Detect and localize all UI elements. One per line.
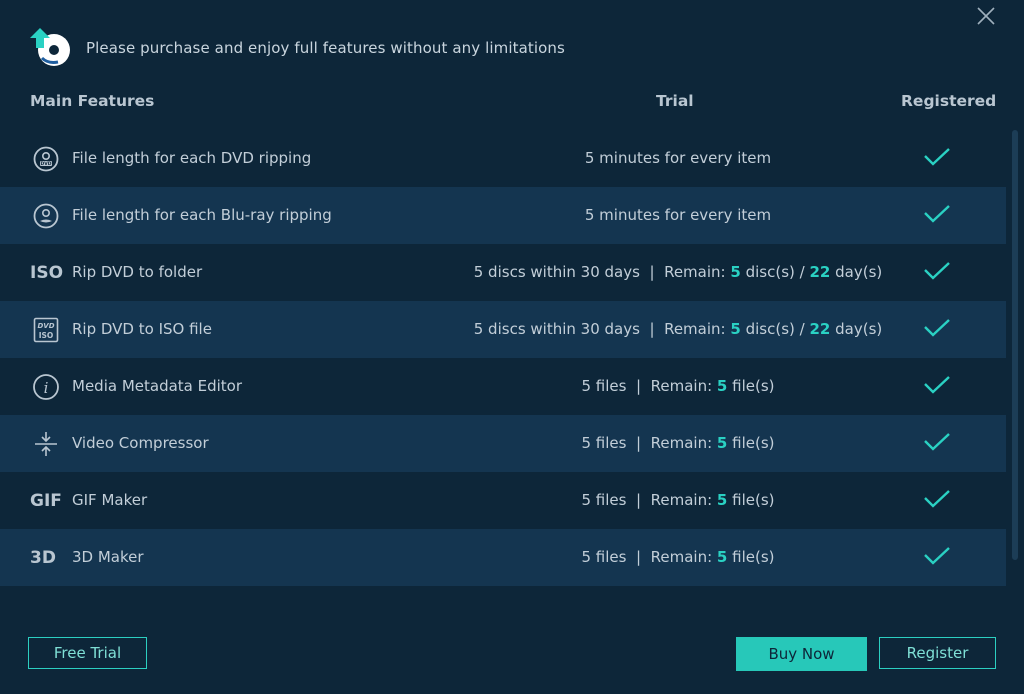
feature-name: File length for each DVD ripping <box>72 149 312 167</box>
feature-name: GIF Maker <box>72 491 148 509</box>
dvd-iso-icon: DVD ISO <box>30 315 62 345</box>
feature-name: Media Metadata Editor <box>72 377 243 395</box>
column-trial: Trial <box>656 92 694 110</box>
feature-row: GIF GIF Maker 5 files | Remain: 5 file(s… <box>0 472 1006 529</box>
scrollbar[interactable] <box>1012 130 1018 560</box>
feature-row: Video Compressor 5 files | Remain: 5 fil… <box>0 415 1006 472</box>
svg-text:i: i <box>44 379 49 397</box>
3d-icon: 3D <box>30 548 56 568</box>
feature-name: Video Compressor <box>72 434 209 452</box>
close-button[interactable] <box>972 2 1000 30</box>
feature-table: DVD File length for each DVD ripping 5 m… <box>0 130 1006 586</box>
feature-name: File length for each Blu-ray ripping <box>72 206 332 224</box>
dialog-header: Please purchase and enjoy full features … <box>28 24 565 72</box>
feature-row: DVD File length for each DVD ripping 5 m… <box>0 130 1006 187</box>
feature-name: Rip DVD to ISO file <box>72 320 212 338</box>
check-icon <box>923 317 955 341</box>
iso-icon: ISO <box>30 263 64 283</box>
register-button[interactable]: Register <box>879 637 996 669</box>
check-icon <box>923 203 955 227</box>
feature-row: 3D 3D Maker 5 files | Remain: 5 file(s) <box>0 529 1006 586</box>
buy-now-button[interactable]: Buy Now <box>736 637 867 671</box>
check-icon <box>923 488 955 512</box>
svg-text:DVD: DVD <box>41 161 52 167</box>
header-message: Please purchase and enjoy full features … <box>86 39 565 57</box>
feature-name: Rip DVD to folder <box>72 263 203 281</box>
feature-row: i Media Metadata Editor 5 files | Remain… <box>0 358 1006 415</box>
feature-row: DVD ISO Rip DVD to ISO file 5 discs with… <box>0 301 1006 358</box>
close-icon[interactable] <box>972 2 1000 30</box>
free-trial-button[interactable]: Free Trial <box>28 637 147 669</box>
bluray-disc-icon <box>30 201 62 231</box>
check-icon <box>923 431 955 455</box>
check-icon <box>923 260 955 284</box>
feature-row: File length for each Blu-ray ripping 5 m… <box>0 187 1006 244</box>
app-logo <box>28 24 76 72</box>
check-icon <box>923 146 955 170</box>
column-main-features: Main Features <box>30 92 155 110</box>
info-icon: i <box>30 372 62 402</box>
svg-text:ISO: ISO <box>39 331 54 340</box>
gif-icon: GIF <box>30 491 62 511</box>
check-icon <box>923 545 955 569</box>
dvd-disc-icon: DVD <box>30 144 62 174</box>
svg-text:DVD: DVD <box>37 322 54 330</box>
column-registered: Registered <box>901 92 997 110</box>
feature-row: ISO Rip DVD to folder 5 discs within 30 … <box>0 244 1006 301</box>
feature-name: 3D Maker <box>72 548 144 566</box>
check-icon <box>923 374 955 398</box>
compress-icon <box>30 429 62 459</box>
column-headers: Main Features Trial Registered <box>0 88 1006 114</box>
